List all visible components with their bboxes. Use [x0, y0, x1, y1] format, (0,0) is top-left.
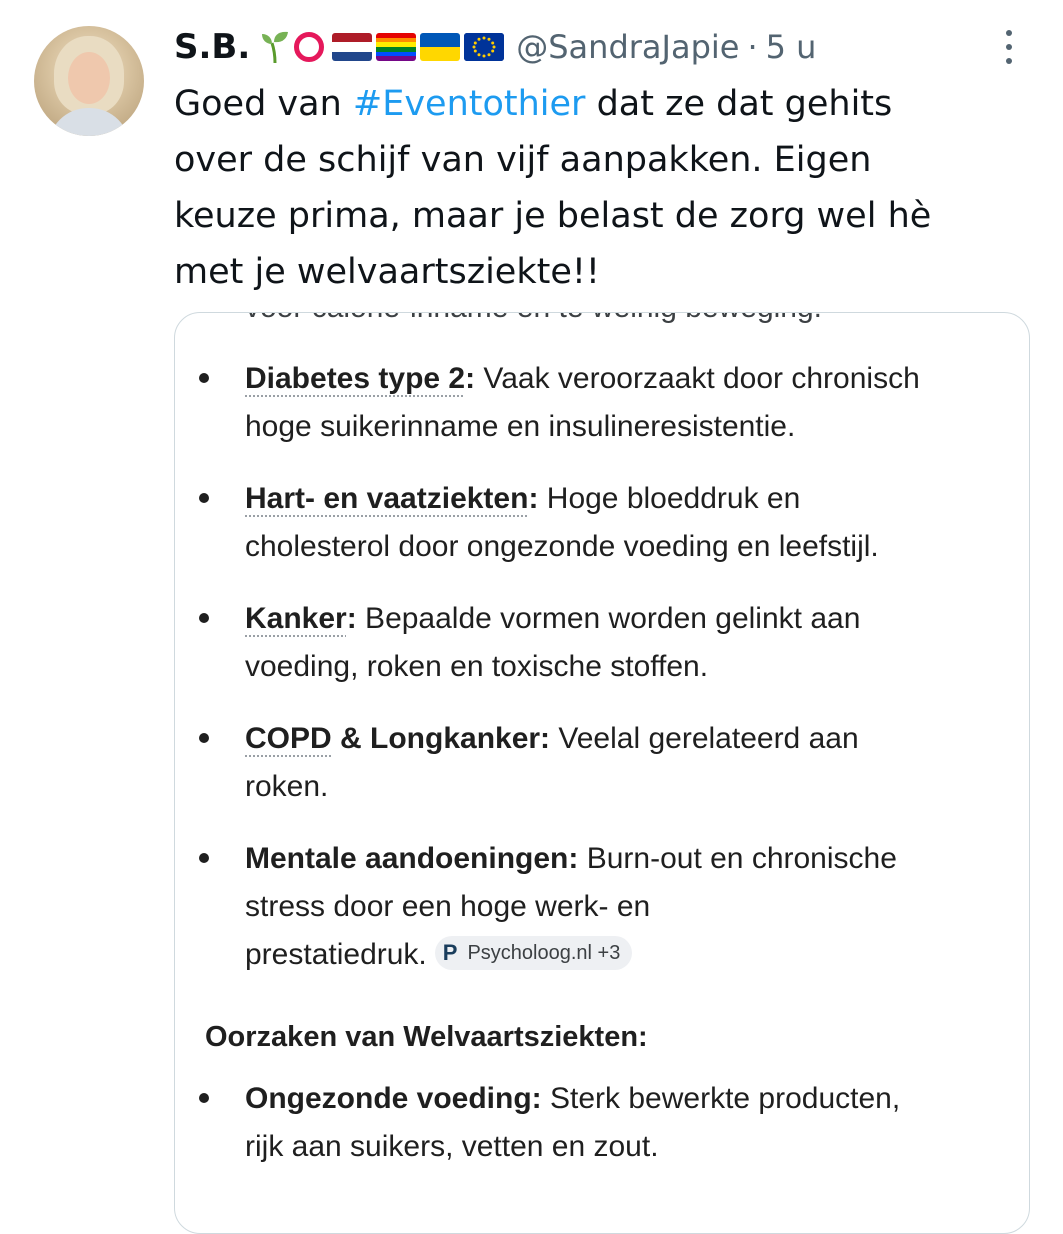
tweet-timestamp[interactable]: 5 u — [766, 28, 817, 66]
attached-image[interactable]: voor calorie-inname en te weinig bewegin… — [174, 312, 1030, 1234]
bullet — [199, 493, 209, 503]
term-link[interactable]: Hart- en vaatziekten — [245, 482, 528, 515]
term-link[interactable]: Kanker — [245, 602, 347, 635]
hashtag-link[interactable]: #Eventothier — [353, 84, 586, 124]
ukraine-flag-icon — [420, 33, 461, 61]
tweet-line-1: Goed van #Eventothier dat ze dat gehits — [174, 84, 893, 124]
header-separator: · — [747, 28, 758, 66]
bullet — [199, 373, 209, 383]
netherlands-flag-icon — [332, 33, 373, 61]
sprout-icon — [262, 31, 289, 64]
more-options-icon[interactable] — [1000, 30, 1018, 70]
term-link[interactable]: COPD — [245, 722, 332, 755]
avatar-face — [68, 52, 110, 104]
bullet — [199, 733, 209, 743]
avatar-shirt — [48, 108, 130, 136]
source-chip[interactable]: P Psycholoog.nl +3 — [434, 936, 633, 970]
user-handle[interactable]: @SandraJapie — [516, 28, 739, 66]
rainbow-flag-icon — [376, 33, 417, 61]
tweet-line-2: over de schijf van vijf aanpakken. Eigen — [174, 140, 872, 180]
eu-flag-icon — [464, 33, 505, 61]
tweet-line-4: met je welvaartsziekte!! — [174, 252, 600, 292]
tweet-header: S.B. @SandraJapie · 5 u — [174, 22, 816, 72]
tweet-line-3: keuze prima, maar je belast de zorg wel … — [174, 196, 932, 236]
display-name[interactable]: S.B. — [174, 27, 250, 67]
term-link[interactable]: Diabetes type 2 — [245, 362, 465, 395]
psycholoog-logo-icon: P — [442, 940, 458, 965]
tweet-text: Goed van #Eventothier dat ze dat gehits … — [174, 76, 1034, 300]
source-chip-label: Psycholoog.nl +3 — [467, 942, 621, 964]
bullet — [199, 613, 209, 623]
avatar[interactable] — [34, 26, 144, 136]
clipped-top-line: voor calorie-inname en te weinig bewegin… — [245, 313, 822, 325]
name-emoji-badges — [260, 29, 505, 65]
bullet — [199, 853, 209, 863]
section-heading: Oorzaken van Welvaartsziekten: — [205, 1021, 648, 1053]
bullet — [199, 1093, 209, 1103]
red-ring-icon — [294, 32, 325, 62]
